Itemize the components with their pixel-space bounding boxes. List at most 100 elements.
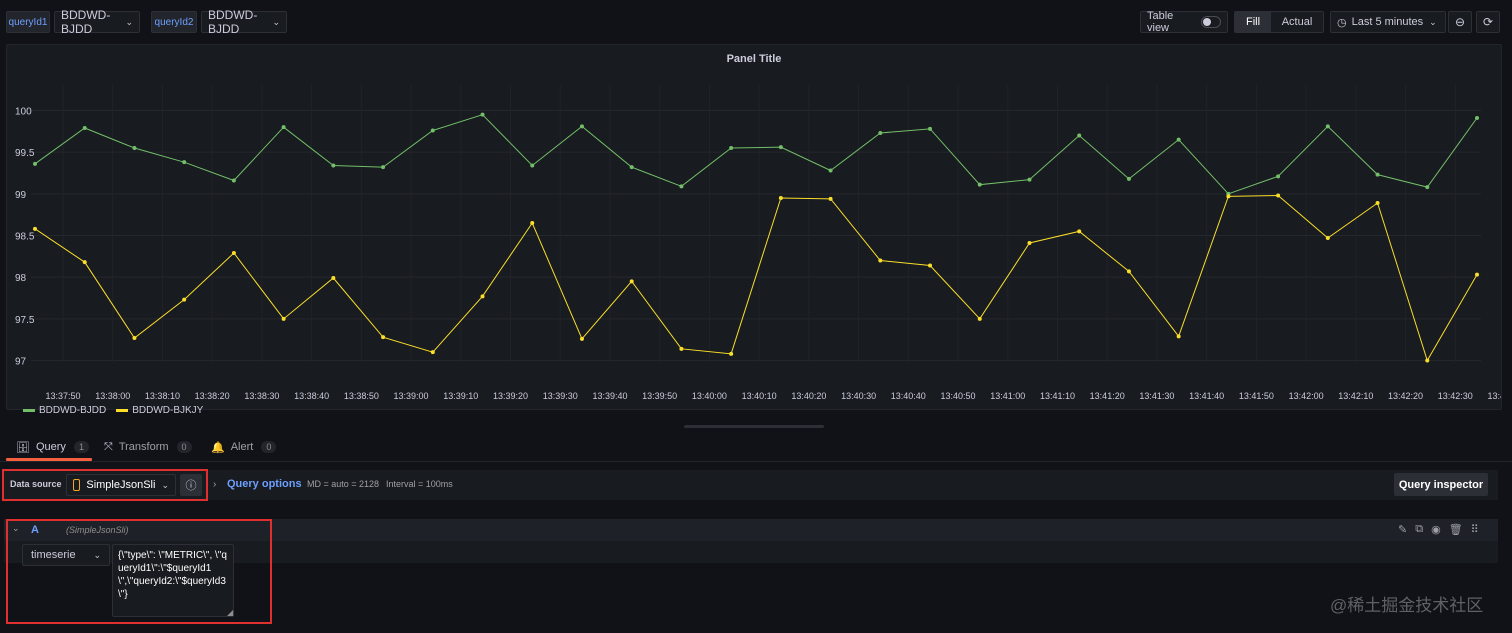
x-tick-label: 13:40:10: [742, 391, 777, 401]
data-point: [182, 160, 187, 165]
data-point: [82, 260, 87, 265]
variable-value-queryid2: BDDWD-BJDD: [208, 8, 258, 36]
variable-value-queryid1: BDDWD-BJDD: [61, 8, 111, 36]
data-point: [1226, 194, 1231, 199]
data-point: [331, 276, 336, 280]
time-range-label: Last 5 minutes: [1351, 16, 1424, 28]
x-tick-label: 13:39:30: [543, 391, 578, 401]
editor-tabs: 🗄 Query 1 ⤧ Transform 0 🔔 Alert 0: [0, 432, 1512, 462]
data-point: [231, 178, 236, 183]
legend-label-bddwd-bjkjy[interactable]: BDDWD-BJKJY: [132, 405, 203, 416]
data-point: [778, 145, 783, 150]
data-point: [977, 316, 982, 321]
data-point: [579, 336, 584, 341]
data-point: [878, 131, 883, 135]
y-tick-label: 98: [15, 273, 27, 284]
data-point: [729, 146, 734, 150]
data-point: [828, 168, 833, 173]
data-point: [778, 196, 783, 200]
tab-transform[interactable]: ⤧ Transform 0: [104, 432, 192, 462]
bell-icon: 🔔: [211, 441, 225, 454]
refresh-icon: ⟳: [1482, 15, 1494, 29]
drag-handle-icon[interactable]: ⠿: [1471, 523, 1479, 536]
variable-select-queryid2[interactable]: BDDWD-BJDD ⌄: [201, 8, 287, 36]
data-point: [231, 251, 236, 255]
time-range-picker[interactable]: ◷ Last 5 minutes ⌄: [1330, 11, 1446, 33]
x-tick-label: 13:41:10: [1040, 391, 1075, 401]
x-tick-label: 13:38:30: [244, 391, 279, 401]
y-tick-label: 99.5: [15, 148, 35, 159]
data-point: [1276, 193, 1281, 198]
highlight-box-query-editor: [6, 519, 272, 624]
data-point: [530, 163, 535, 168]
data-point: [1126, 269, 1131, 274]
table-view-label: Table view: [1147, 10, 1174, 34]
tab-alert[interactable]: 🔔 Alert 0: [211, 432, 277, 462]
legend-swatch-bddwd-bjkjy: [116, 409, 129, 412]
data-point: [1325, 124, 1330, 129]
x-tick-label: 13:40:40: [891, 391, 926, 401]
panel-resize-handle[interactable]: [684, 425, 824, 428]
data-point: [381, 165, 386, 170]
x-tick-label: 13:41:40: [1189, 391, 1224, 401]
x-tick-label: 13:41:00: [990, 391, 1025, 401]
data-point: [281, 125, 286, 130]
x-tick-label: 13:42:10: [1338, 391, 1373, 401]
data-point: [629, 165, 634, 170]
edit-icon[interactable]: ✎: [1398, 523, 1407, 536]
duplicate-icon[interactable]: ⧉: [1415, 523, 1423, 536]
data-point: [82, 126, 87, 130]
y-tick-label: 97: [15, 357, 27, 368]
data-point: [1475, 116, 1479, 120]
data-point: [1126, 176, 1131, 181]
legend-label-bddwd-bjdd[interactable]: BDDWD-BJDD: [39, 405, 106, 416]
x-tick-label: 13:39:00: [394, 391, 429, 401]
x-tick-label: 13:42:40: [1487, 391, 1501, 401]
data-point: [430, 128, 435, 133]
toggle-switch[interactable]: [1201, 16, 1221, 28]
trash-icon[interactable]: 🗑: [1449, 523, 1463, 536]
data-point: [1077, 229, 1082, 234]
chevron-right-icon: ›: [213, 479, 217, 490]
database-icon: 🗄: [16, 441, 30, 454]
chevron-down-icon: ⌄: [272, 16, 280, 27]
table-view-toggle[interactable]: Table view: [1140, 10, 1228, 34]
interval-info: Interval = 100ms: [386, 479, 453, 489]
x-tick-label: 13:38:50: [344, 391, 379, 401]
md-info: MD = auto = 2128: [307, 479, 380, 489]
x-tick-label: 13:41:30: [1139, 391, 1174, 401]
x-tick-label: 13:37:50: [45, 391, 80, 401]
data-point: [182, 297, 187, 302]
data-point: [132, 336, 137, 340]
tab-query-count: 1: [73, 441, 89, 453]
query-header-actions: ✎ ⧉ ◉ 🗑 ⠿: [1398, 523, 1479, 536]
data-point: [480, 294, 485, 299]
zoom-out-button[interactable]: ⊖: [1448, 11, 1472, 33]
x-tick-label: 13:39:20: [493, 391, 528, 401]
x-tick-label: 13:39:40: [592, 391, 627, 401]
query-inspector-label: Query inspector: [1398, 478, 1484, 491]
tab-transform-count: 0: [176, 441, 192, 453]
x-tick-label: 13:41:20: [1090, 391, 1125, 401]
fill-button[interactable]: Fill: [1235, 12, 1271, 32]
y-tick-label: 98.5: [15, 232, 35, 243]
data-point: [1375, 201, 1380, 205]
variable-select-queryid1[interactable]: BDDWD-BJDD ⌄: [54, 8, 140, 36]
series-line-1: [34, 194, 1478, 362]
eye-icon[interactable]: ◉: [1431, 523, 1441, 536]
refresh-button[interactable]: ⟳: [1476, 11, 1500, 33]
query-inspector-button[interactable]: Query inspector: [1394, 473, 1488, 496]
clock-icon: ◷: [1337, 16, 1347, 29]
data-point: [281, 316, 286, 321]
x-tick-label: 13:38:10: [145, 391, 180, 401]
actual-button[interactable]: Actual: [1271, 16, 1323, 28]
chevron-down-icon: ⌄: [125, 16, 133, 27]
x-tick-label: 13:40:50: [941, 391, 976, 401]
query-options-toggle[interactable]: Query options: [227, 478, 302, 490]
data-point: [381, 335, 386, 340]
data-point: [579, 124, 584, 129]
fill-actual-group: Fill Actual: [1234, 11, 1324, 33]
x-tick-label: 13:42:00: [1289, 391, 1324, 401]
highlight-box-datasource: [2, 469, 208, 501]
x-tick-label: 13:39:50: [642, 391, 677, 401]
